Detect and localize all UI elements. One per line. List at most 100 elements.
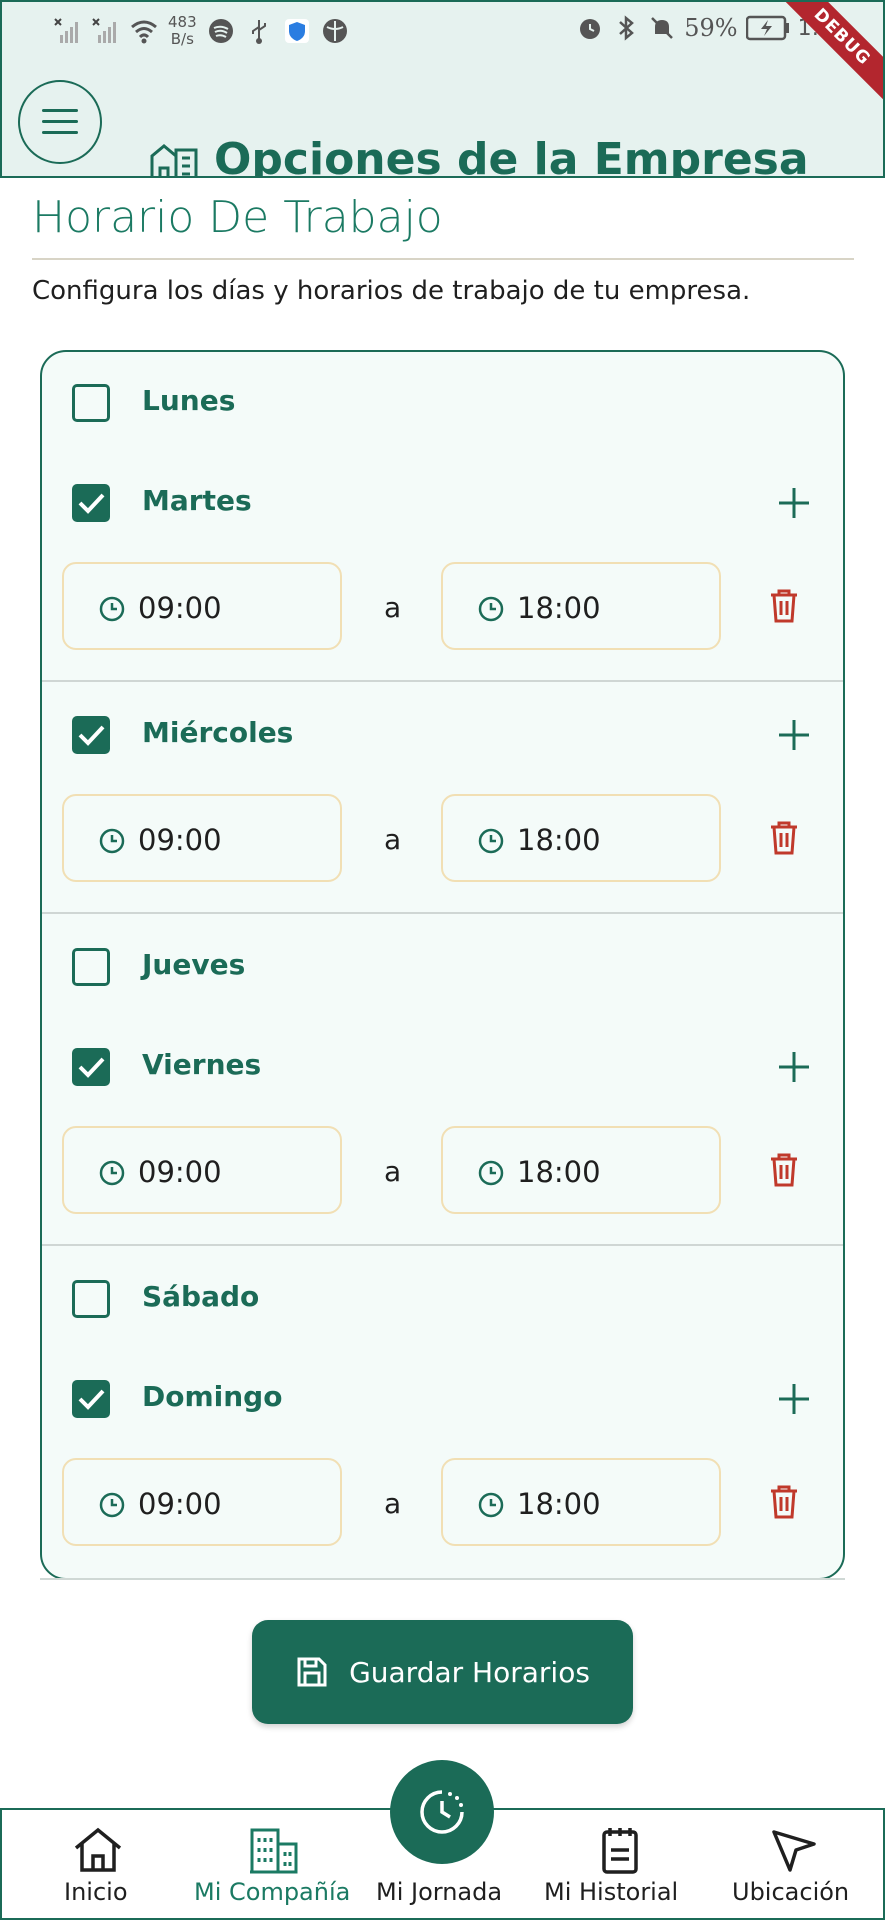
day-label: Sábado bbox=[142, 1280, 260, 1313]
start-time-field[interactable]: 09:00 bbox=[62, 1126, 342, 1214]
day-row-miercoles: Miércoles bbox=[42, 704, 843, 764]
add-interval-button[interactable] bbox=[777, 718, 811, 752]
day-label: Miércoles bbox=[142, 716, 294, 749]
header-title-group: Opciones de la Empresa bbox=[148, 134, 809, 178]
app-header: 483 B/s 59% DEBUG Opciones de la Empresa bbox=[0, 0, 885, 178]
end-time-value: 18:00 bbox=[517, 1487, 601, 1521]
day-label: Domingo bbox=[142, 1380, 283, 1413]
day-checkbox-lunes[interactable] bbox=[72, 384, 110, 422]
battery-charging-icon bbox=[745, 15, 789, 41]
day-checkbox-domingo[interactable] bbox=[72, 1380, 110, 1418]
group-divider bbox=[42, 912, 843, 914]
clock-icon bbox=[99, 596, 125, 622]
day-checkbox-miercoles[interactable] bbox=[72, 716, 110, 754]
clock-icon bbox=[478, 1492, 504, 1518]
network-speed: 483 B/s bbox=[168, 14, 197, 48]
add-interval-button[interactable] bbox=[777, 486, 811, 520]
group-divider bbox=[42, 680, 843, 682]
menu-button[interactable] bbox=[18, 80, 102, 164]
clock-icon bbox=[478, 1160, 504, 1186]
card-bottom-divider bbox=[40, 1578, 845, 1580]
time-separator: a bbox=[384, 1487, 402, 1520]
nav-label: Ubicación bbox=[732, 1878, 850, 1906]
battery-level: 59% bbox=[684, 14, 738, 42]
time-separator: a bbox=[384, 823, 402, 856]
signal-off-icon bbox=[54, 18, 78, 43]
delete-interval-button[interactable] bbox=[768, 1484, 800, 1520]
day-label: Viernes bbox=[142, 1048, 262, 1081]
day-row-domingo: Domingo bbox=[42, 1368, 843, 1428]
company-building-icon bbox=[150, 143, 198, 176]
day-checkbox-sabado[interactable] bbox=[72, 1280, 110, 1318]
start-time-field[interactable]: 09:00 bbox=[62, 562, 342, 650]
mi-jornada-fab[interactable] bbox=[390, 1760, 494, 1864]
clock-icon bbox=[99, 1160, 125, 1186]
clipboard-icon bbox=[602, 1828, 638, 1874]
check-icon bbox=[78, 493, 105, 514]
group-divider bbox=[42, 1244, 843, 1246]
nav-item-ubicacion[interactable]: Ubicación bbox=[702, 1810, 885, 1920]
vpn-globe-icon bbox=[322, 19, 347, 43]
delete-interval-button[interactable] bbox=[768, 1152, 800, 1188]
header-title: Opciones de la Empresa bbox=[214, 134, 809, 178]
day-label: Jueves bbox=[142, 948, 246, 981]
day-row-jueves: Jueves bbox=[42, 936, 843, 996]
clock-icon bbox=[99, 1492, 125, 1518]
check-icon bbox=[78, 725, 105, 746]
start-time-field[interactable]: 09:00 bbox=[62, 794, 342, 882]
time-row-martes: 09:00 a 18:00 bbox=[42, 562, 843, 650]
section-divider bbox=[32, 258, 854, 260]
day-label: Martes bbox=[142, 484, 252, 517]
day-checkbox-viernes[interactable] bbox=[72, 1048, 110, 1086]
section-title: Horario De Trabajo bbox=[32, 192, 443, 243]
start-time-value: 09:00 bbox=[138, 591, 222, 625]
start-time-value: 09:00 bbox=[138, 823, 222, 857]
end-time-value: 18:00 bbox=[517, 1155, 601, 1189]
time-separator: a bbox=[384, 1155, 402, 1188]
signal-off-icon bbox=[92, 18, 116, 43]
end-time-field[interactable]: 18:00 bbox=[441, 1458, 721, 1546]
day-checkbox-martes[interactable] bbox=[72, 484, 110, 522]
section-description: Configura los días y horarios de trabajo… bbox=[32, 276, 751, 306]
nav-item-inicio[interactable]: Inicio bbox=[2, 1810, 192, 1920]
nav-label: Mi Compañía bbox=[194, 1878, 351, 1906]
nav-item-mi-compania[interactable]: Mi Compañía bbox=[192, 1810, 352, 1920]
day-label: Lunes bbox=[142, 384, 236, 417]
save-icon bbox=[297, 1657, 327, 1687]
add-interval-button[interactable] bbox=[777, 1050, 811, 1084]
day-checkbox-jueves[interactable] bbox=[72, 948, 110, 986]
delete-interval-button[interactable] bbox=[768, 588, 800, 624]
nav-label: Mi Jornada bbox=[376, 1878, 503, 1906]
end-time-value: 18:00 bbox=[517, 591, 601, 625]
start-time-value: 09:00 bbox=[138, 1155, 222, 1189]
check-icon bbox=[78, 1057, 105, 1078]
nav-label: Inicio bbox=[64, 1878, 128, 1906]
nav-item-mi-historial[interactable]: Mi Historial bbox=[532, 1810, 702, 1920]
start-time-field[interactable]: 09:00 bbox=[62, 1458, 342, 1546]
time-row-viernes: 09:00 a 18:00 bbox=[42, 1126, 843, 1214]
end-time-field[interactable]: 18:00 bbox=[441, 794, 721, 882]
wifi-icon bbox=[131, 20, 157, 44]
usb-icon bbox=[251, 20, 266, 44]
add-interval-button[interactable] bbox=[777, 1382, 811, 1416]
end-time-value: 18:00 bbox=[517, 823, 601, 857]
delete-interval-button[interactable] bbox=[768, 820, 800, 856]
save-schedule-button[interactable]: Guardar Horarios bbox=[252, 1620, 633, 1724]
end-time-field[interactable]: 18:00 bbox=[441, 562, 721, 650]
building-icon bbox=[250, 1828, 298, 1874]
shield-icon bbox=[284, 19, 309, 43]
clock-icon bbox=[478, 828, 504, 854]
navigation-arrow-icon bbox=[772, 1830, 816, 1872]
time-row-miercoles: 09:00 a 18:00 bbox=[42, 794, 843, 882]
day-row-viernes: Viernes bbox=[42, 1036, 843, 1096]
status-bar: 483 B/s 59% bbox=[2, 10, 883, 60]
alarm-icon bbox=[580, 19, 601, 39]
hamburger-menu-icon bbox=[42, 109, 78, 134]
network-speed-unit: B/s bbox=[170, 30, 194, 48]
end-time-field[interactable]: 18:00 bbox=[441, 1126, 721, 1214]
start-time-value: 09:00 bbox=[138, 1487, 222, 1521]
day-row-lunes: Lunes bbox=[42, 372, 843, 432]
bluetooth-icon bbox=[619, 15, 635, 41]
schedule-card: Lunes Martes 09:00 a 18:00 Miércoles 09:… bbox=[40, 350, 845, 1580]
home-icon bbox=[74, 1827, 122, 1872]
